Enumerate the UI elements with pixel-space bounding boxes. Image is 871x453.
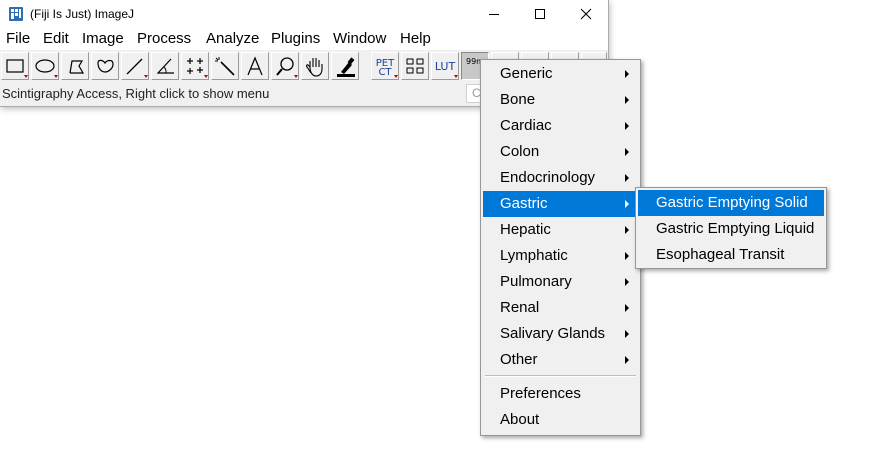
popup-item-label: Pulmonary [500, 273, 572, 290]
submenu-arrow-icon [625, 70, 629, 78]
popup-item-label: Cardiac [500, 117, 552, 134]
polygon-tool-button[interactable] [61, 52, 89, 80]
status-text: Scintigraphy Access, Right click to show… [2, 86, 270, 101]
submenu-arrow-icon [625, 252, 629, 260]
popup-item-colon[interactable]: Colon [483, 139, 638, 165]
maximize-icon [535, 9, 545, 19]
wand-icon [215, 57, 235, 76]
popup-item-label: Other [500, 351, 538, 368]
submenu-item-gastric-emptying-liquid[interactable]: Gastric Emptying Liquid [638, 216, 824, 242]
scintigraphy-popup-menu: Generic Bone Cardiac Colon Endocrinology… [480, 59, 641, 436]
title-bar[interactable]: (Fiji Is Just) ImageJ [0, 0, 608, 28]
menu-window[interactable]: Window [333, 30, 386, 47]
popup-item-label: Gastric [500, 195, 548, 212]
submenu-arrow-icon [625, 226, 629, 234]
popup-item-label: Salivary Glands [500, 325, 606, 342]
angle-tool-button[interactable] [151, 52, 179, 80]
popup-item-label: Colon [500, 143, 540, 160]
popup-item-bone[interactable]: Bone [483, 87, 638, 113]
menu-plugins[interactable]: Plugins [271, 30, 320, 47]
popup-item-other[interactable]: Other [483, 347, 638, 373]
popup-item-label: Preferences [500, 385, 581, 402]
gastric-submenu: Gastric Emptying Solid Gastric Emptying … [635, 187, 827, 269]
submenu-arrow-icon [625, 174, 629, 182]
scroll-tool-button[interactable] [301, 52, 329, 80]
point-tool-button[interactable] [181, 52, 209, 80]
popup-item-label: Lymphatic [500, 247, 568, 264]
popup-item-generic[interactable]: Generic [483, 61, 638, 87]
freehand-tool-button[interactable] [91, 52, 119, 80]
oval-icon [35, 59, 58, 78]
color-picker-button[interactable] [331, 52, 359, 80]
submenu-arrow-icon [625, 330, 629, 338]
rectangle-tool-button[interactable] [1, 52, 29, 80]
polygon-icon [69, 60, 85, 74]
submenu-item-esophageal-transit[interactable]: Esophageal Transit [638, 242, 824, 268]
line-tool-button[interactable] [121, 52, 149, 80]
submenu-arrow-icon [625, 278, 629, 286]
angle-icon [156, 58, 174, 74]
grid-icon [406, 58, 424, 74]
popup-item-pulmonary[interactable]: Pulmonary [483, 269, 638, 295]
submenu-item-gastric-emptying-solid[interactable]: Gastric Emptying Solid [638, 190, 824, 216]
close-button[interactable] [563, 0, 609, 28]
zoom-tool-button[interactable] [271, 52, 299, 80]
popup-item-cardiac[interactable]: Cardiac [483, 113, 638, 139]
stack-tool-button[interactable] [401, 52, 429, 80]
menu-edit[interactable]: Edit [43, 30, 69, 47]
maximize-button[interactable] [517, 0, 563, 28]
submenu-arrow-icon [625, 200, 629, 208]
multipoint-icon [187, 58, 208, 78]
line-icon [126, 58, 148, 78]
submenu-arrow-icon [625, 122, 629, 130]
submenu-arrow-icon [625, 96, 629, 104]
menu-file[interactable]: File [6, 30, 30, 47]
popup-item-label: Endocrinology [500, 169, 596, 186]
minimize-icon [489, 14, 499, 15]
popup-item-label: Hepatic [500, 221, 551, 238]
petct-tool-button[interactable]: PET CT [371, 52, 399, 80]
magnifier-icon [276, 57, 298, 78]
freehand-icon [97, 59, 114, 73]
oval-tool-button[interactable] [31, 52, 59, 80]
menu-bar: File Edit Image Process Analyze Plugins … [0, 28, 608, 50]
hand-icon [306, 58, 323, 77]
menu-separator [485, 375, 636, 377]
submenu-arrow-icon [625, 148, 629, 156]
popup-item-label: About [500, 411, 540, 428]
popup-item-label: Generic [500, 65, 553, 82]
popup-item-salivary-glands[interactable]: Salivary Glands [483, 321, 638, 347]
popup-item-hepatic[interactable]: Hepatic [483, 217, 638, 243]
popup-item-gastric[interactable]: Gastric [483, 191, 638, 217]
wand-tool-button[interactable] [211, 52, 239, 80]
popup-item-about[interactable]: About [483, 407, 638, 433]
dropdown-marker-icon [454, 75, 458, 78]
menu-analyze[interactable]: Analyze [206, 30, 259, 47]
text-tool-button[interactable] [241, 52, 269, 80]
dropdown-marker-icon [394, 75, 398, 78]
minimize-button[interactable] [471, 0, 517, 28]
window-title: (Fiji Is Just) ImageJ [30, 7, 135, 21]
popup-item-endocrinology[interactable]: Endocrinology [483, 165, 638, 191]
close-icon [580, 8, 592, 20]
lut-tool-button[interactable]: LUT [431, 52, 459, 80]
menu-image[interactable]: Image [82, 30, 124, 47]
submenu-arrow-icon [625, 304, 629, 312]
popup-item-label: Bone [500, 91, 536, 108]
popup-item-label: Renal [500, 299, 540, 316]
popup-item-lymphatic[interactable]: Lymphatic [483, 243, 638, 269]
popup-item-renal[interactable]: Renal [483, 295, 638, 321]
rectangle-icon [6, 59, 28, 78]
menu-help[interactable]: Help [400, 30, 431, 47]
menu-process[interactable]: Process [137, 30, 191, 47]
popup-item-preferences[interactable]: Preferences [483, 381, 638, 407]
dropper-icon [337, 57, 355, 77]
text-icon [247, 56, 263, 76]
submenu-arrow-icon [625, 356, 629, 364]
fiji-app-icon [9, 7, 23, 21]
